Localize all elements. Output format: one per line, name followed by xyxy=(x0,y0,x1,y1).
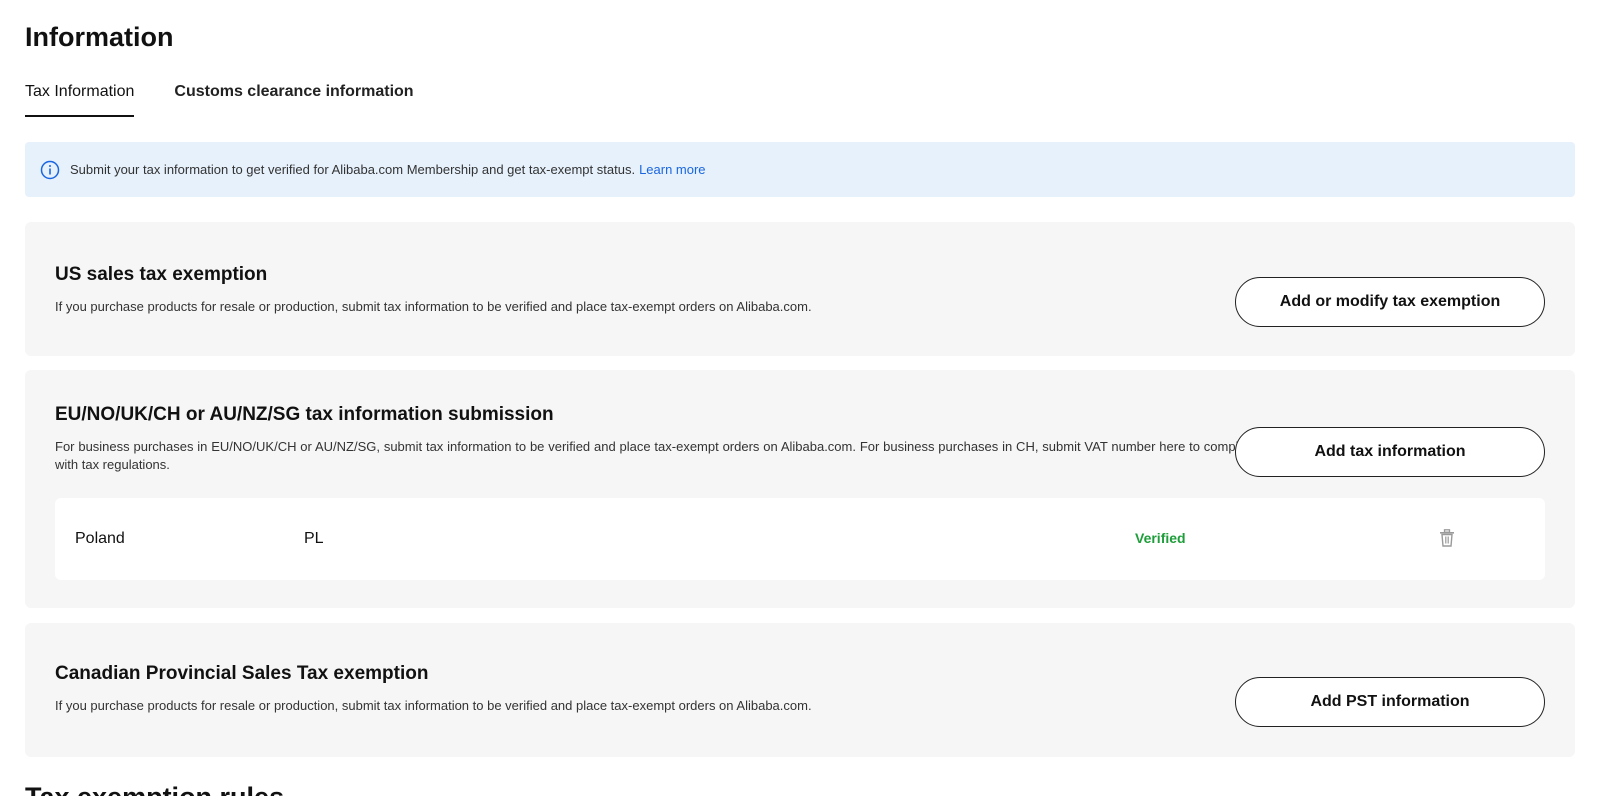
row-country-code: PL xyxy=(304,530,324,547)
tab-tax-information[interactable]: Tax Information xyxy=(25,82,135,120)
status-badge: Verified xyxy=(1135,530,1186,546)
row-country: Poland xyxy=(75,530,125,547)
us-sales-tax-title: US sales tax exemption xyxy=(55,264,268,285)
add-pst-information-button[interactable]: Add PST information xyxy=(1235,677,1545,727)
canadian-pst-title: Canadian Provincial Sales Tax exemption xyxy=(55,663,429,684)
canadian-pst-description: If you purchase products for resale or p… xyxy=(55,698,812,713)
tax-info-row: Poland PL Verified xyxy=(55,498,1545,580)
info-banner: Submit your tax information to get verif… xyxy=(25,142,1575,197)
tab-customs-clearance-information[interactable]: Customs clearance information xyxy=(174,82,413,120)
tab-bar: Tax Information Customs clearance inform… xyxy=(25,82,454,120)
trash-icon[interactable] xyxy=(1439,529,1455,547)
learn-more-link[interactable]: Learn more xyxy=(639,162,705,177)
eu-tax-info-title: EU/NO/UK/CH or AU/NZ/SG tax information … xyxy=(55,404,554,425)
eu-tax-info-description: For business purchases in EU/NO/UK/CH or… xyxy=(55,439,1245,472)
page-title: Information xyxy=(25,22,174,52)
canadian-pst-card: Canadian Provincial Sales Tax exemption … xyxy=(25,623,1575,757)
add-or-modify-tax-exemption-button[interactable]: Add or modify tax exemption xyxy=(1235,277,1545,327)
info-icon xyxy=(40,160,60,180)
tax-exemption-rules-heading: Tax exemption rules xyxy=(25,782,284,796)
banner-text: Submit your tax information to get verif… xyxy=(70,162,636,177)
us-sales-tax-description: If you purchase products for resale or p… xyxy=(55,299,812,314)
add-tax-information-button[interactable]: Add tax information xyxy=(1235,427,1545,477)
eu-tax-info-card: EU/NO/UK/CH or AU/NZ/SG tax information … xyxy=(25,370,1575,608)
us-sales-tax-card: US sales tax exemption If you purchase p… xyxy=(25,222,1575,356)
